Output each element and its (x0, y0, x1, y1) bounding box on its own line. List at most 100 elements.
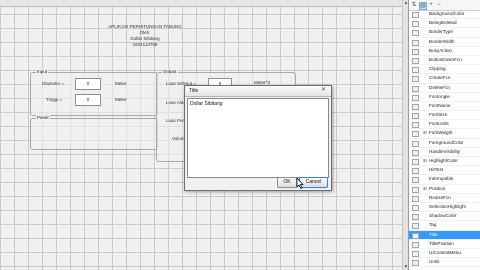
panel-box[interactable]: Panel (30, 115, 158, 150)
ok-button[interactable]: OK (277, 177, 297, 188)
expand-property-icon[interactable]: ⊞ (423, 129, 427, 137)
property-row[interactable]: ⊞ HighlightColor (409, 157, 480, 167)
property-row[interactable]: CreateFcn (409, 74, 480, 84)
property-name: FontUnits (429, 121, 449, 127)
property-row[interactable]: ForegroundColor (409, 139, 480, 148)
property-name: Title (429, 231, 438, 237)
property-row[interactable]: BusyAction (409, 47, 480, 56)
property-row[interactable]: BorderType (409, 28, 480, 38)
property-row[interactable]: Interruptible (409, 175, 480, 185)
expand-property-icon[interactable]: ⊞ (423, 157, 427, 165)
property-name: Position (429, 185, 446, 191)
dialog-text: Dollar Sibitang (190, 101, 223, 107)
property-row[interactable]: ButtonDownFcn (409, 56, 480, 66)
property-row[interactable]: FontName (409, 102, 480, 112)
property-name: Tag (429, 222, 437, 228)
property-icon (412, 30, 419, 37)
property-name: FontSize (429, 112, 448, 118)
property-icon (412, 12, 419, 18)
property-row[interactable]: HitTest (409, 166, 480, 176)
panel-box-title: Panel (36, 115, 50, 120)
property-name: FontName (429, 102, 451, 108)
property-icon (412, 76, 419, 83)
diameter-input[interactable]: 0 (75, 78, 101, 90)
property-row[interactable]: FontSize (409, 111, 480, 121)
property-icon (412, 223, 419, 230)
property-icon (412, 39, 419, 46)
property-row[interactable]: ⊞ FontWeight (409, 129, 480, 139)
sort-alpha-icon[interactable]: ⇅ (411, 2, 417, 8)
header-line-4: 1604114798 (132, 42, 158, 47)
property-icon (412, 241, 419, 248)
title-dialog[interactable]: Title ✕ Dollar Sibitang OK Cancel (184, 85, 332, 191)
property-icon (412, 250, 419, 257)
property-row[interactable]: FontAngle (409, 93, 480, 102)
property-row[interactable]: Title (409, 230, 480, 240)
property-row[interactable]: DeleteFcn (409, 84, 480, 93)
property-name: ShadowColor (429, 213, 457, 219)
property-row[interactable]: Clipping (409, 65, 480, 75)
dialog-titlebar[interactable]: Title ✕ (185, 86, 331, 97)
close-icon[interactable]: ✕ (319, 87, 328, 94)
mouse-cursor-icon (296, 178, 304, 189)
property-row[interactable]: HandleVisibility (409, 148, 480, 157)
property-row[interactable]: SelectionHighlight (409, 203, 480, 213)
property-icon (412, 177, 419, 184)
property-name: BusyAction (429, 47, 452, 53)
input-panel-title: Input (36, 69, 49, 74)
property-row[interactable]: ResizeFcn (409, 194, 480, 203)
property-row[interactable]: Tag (409, 221, 480, 231)
property-name: FontAngle (429, 93, 450, 99)
tinggi-label: Tinggi = (46, 97, 62, 102)
property-icon (412, 186, 419, 193)
layout-editor-canvas[interactable]: APLIKASI PERHITUNGAN TABUNG Oleh: Dollar… (0, 0, 408, 270)
tinggi-unit: Meter (115, 97, 127, 102)
property-name: FontWeight (429, 130, 453, 136)
property-name: HitTest (429, 167, 444, 173)
sort-category-icon[interactable]: ▤ (419, 2, 427, 10)
property-icon (412, 103, 419, 110)
property-icon (412, 149, 419, 156)
property-name: ResizeFcn (429, 194, 451, 200)
dialog-text-area[interactable]: Dollar Sibitang (187, 98, 329, 178)
canvas-top-edge (0, 0, 408, 7)
diameter-unit: Meter (115, 81, 127, 86)
property-icon (412, 113, 419, 120)
property-row[interactable]: BackgroundColor (409, 10, 480, 20)
property-icon (412, 195, 419, 202)
property-inspector[interactable]: ⇅ ▤ + − BackgroundColor BeingDeleted Borde… (408, 0, 480, 270)
property-row[interactable]: BorderWidth (409, 38, 480, 47)
property-icon (412, 214, 419, 221)
property-name: DeleteFcn (429, 84, 450, 90)
expand-icon[interactable]: + (428, 2, 434, 8)
property-icon (412, 57, 419, 64)
property-name: BorderWidth (429, 38, 455, 44)
property-icon (412, 94, 419, 101)
property-icon (412, 131, 419, 138)
property-icon (412, 159, 419, 165)
property-row[interactable]: ShadowColor (409, 212, 480, 222)
property-row[interactable]: FontUnits (409, 120, 480, 130)
property-row[interactable]: UIContextMenu (409, 249, 480, 259)
app-header: APLIKASI PERHITUNGAN TABUNG Oleh: Dollar… (100, 24, 190, 48)
property-name: HighlightColor (429, 158, 458, 163)
property-name: BackgroundColor (429, 11, 465, 16)
property-name: ButtonDownFcn (429, 56, 462, 62)
property-row[interactable]: ⊞ Position (409, 185, 480, 194)
property-name: TitlePosition (429, 240, 454, 246)
collapse-icon[interactable]: − (436, 2, 442, 8)
dialog-title: Title (189, 88, 199, 94)
property-row[interactable]: BeingDeleted (409, 19, 480, 29)
diameter-label: Diameter = (42, 81, 65, 86)
property-icon (412, 204, 419, 211)
property-row[interactable]: Units (409, 258, 480, 268)
property-icon (412, 122, 419, 129)
output-panel-title: Output (162, 69, 178, 74)
property-name: SelectionHighlight (429, 203, 466, 209)
property-row[interactable]: TitlePosition (409, 240, 480, 249)
expand-property-icon[interactable]: ⊞ (423, 185, 427, 193)
tinggi-input[interactable]: 0 (75, 94, 101, 106)
property-name: Interruptible (429, 176, 454, 182)
luas-alas-label: Luas Alas (166, 100, 186, 105)
property-icon (412, 260, 419, 267)
